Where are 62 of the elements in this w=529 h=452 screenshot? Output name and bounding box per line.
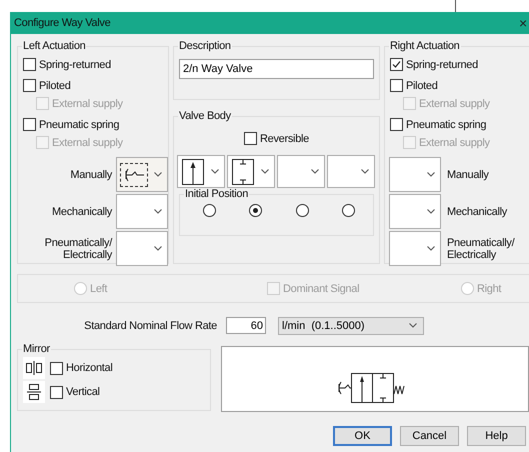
unit-dropdown[interactable]: l/min (0.1..5000)	[278, 316, 424, 334]
chevron-icon	[211, 169, 219, 174]
actuator-label: Manually	[447, 168, 489, 180]
flow-rate-label: Standard Nominal Flow Rate	[83, 320, 217, 332]
blocked-ports-symbol-icon	[232, 158, 254, 184]
description-field[interactable]: 2/n Way Valve	[179, 59, 374, 79]
radio-button[interactable]	[249, 204, 262, 217]
radio-button[interactable]	[203, 204, 216, 217]
actuator-dropdown[interactable]	[116, 157, 168, 192]
close-button[interactable]: ×	[519, 15, 529, 31]
group-title: Mirror	[22, 343, 51, 355]
chevron-icon	[154, 209, 162, 214]
group-title: Valve Body	[178, 110, 232, 122]
mirror-horizontal-icon	[23, 357, 45, 379]
checkbox-label[interactable]: Spring-returned	[39, 58, 111, 70]
mirror-vertical-icon	[23, 381, 45, 403]
chevron-icon	[154, 246, 162, 251]
checkbox[interactable]	[390, 79, 403, 92]
checkbox[interactable]	[390, 118, 403, 131]
chevron-icon	[409, 323, 417, 328]
chevron-icon	[427, 246, 435, 251]
chevron-icon	[361, 169, 369, 174]
group-title: Left Actuation	[22, 40, 86, 52]
actuator-label: Manually	[70, 168, 112, 180]
actuator-label: Pneumatically/ Electrically	[44, 236, 112, 260]
window-title: Configure Way Valve	[14, 17, 110, 29]
checkbox-label[interactable]: Piloted	[406, 80, 438, 92]
checkbox[interactable]	[23, 58, 36, 71]
checkbox-label[interactable]: Horizontal	[66, 362, 113, 374]
checkbox-label[interactable]: Pneumatic spring	[406, 118, 486, 130]
checkbox[interactable]	[390, 58, 403, 71]
checkbox-label[interactable]: Vertical	[66, 386, 100, 398]
dialog-button[interactable]: Help	[467, 426, 526, 446]
actuator-label: Pneumatically/ Electrically	[447, 236, 514, 260]
checkbox[interactable]	[50, 386, 63, 398]
flow-arrow-symbol-icon	[182, 158, 204, 184]
checkbox[interactable]	[244, 132, 258, 145]
checkbox[interactable]	[23, 118, 36, 131]
chevron-icon	[427, 172, 435, 177]
lever-symbol-icon	[123, 168, 145, 182]
actuator-label: Mechanically	[447, 206, 507, 218]
checkbox[interactable]	[23, 79, 36, 92]
chevron-icon	[311, 169, 319, 174]
radio-button[interactable]	[296, 204, 309, 217]
checkbox-label[interactable]: Piloted	[39, 80, 71, 92]
checkbox[interactable]	[50, 362, 63, 374]
actuator-label: Mechanically	[52, 206, 112, 218]
checkbox-label[interactable]: Pneumatic spring	[39, 118, 120, 130]
chevron-icon	[427, 209, 435, 214]
chevron-icon	[154, 172, 162, 177]
group-title: Initial Position	[184, 188, 250, 200]
group-title: Description	[178, 40, 232, 52]
checkbox-label[interactable]: Reversible	[260, 132, 309, 144]
flow-rate-field[interactable]: 60	[226, 317, 266, 334]
dialog-button[interactable]: Cancel	[400, 426, 459, 446]
position-dropdown[interactable]	[177, 155, 225, 188]
dialog-button[interactable]: OK	[333, 426, 392, 446]
position-dropdown[interactable]	[227, 155, 275, 188]
chevron-icon	[261, 169, 269, 174]
checkbox-label[interactable]: Spring-returned	[406, 58, 478, 70]
radio-button[interactable]	[342, 204, 355, 217]
group-title: Right Actuation	[389, 40, 460, 52]
